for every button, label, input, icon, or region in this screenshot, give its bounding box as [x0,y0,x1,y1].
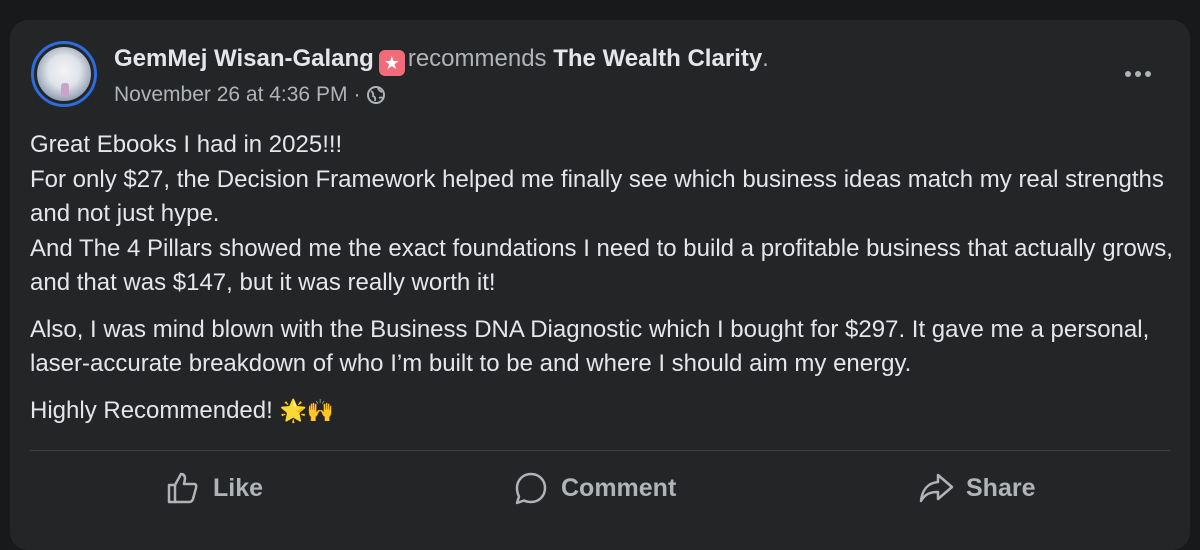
share-arrow-icon [919,473,954,503]
post-text-line: For only $27, the Decision Framework hel… [30,165,1164,228]
comment-bubble-icon [515,472,547,505]
share-button[interactable]: Share [918,468,1035,508]
thumbs-up-icon [167,472,198,504]
post-text-line: And The 4 Pillars showed me the exact fo… [30,234,1173,297]
comment-button[interactable]: Comment [513,468,676,508]
post-paragraph: Great Ebooks I had in 2025!!! For only $… [30,128,1180,301]
page-name-link[interactable]: The Wealth Clarity [553,45,762,72]
actions-divider [30,450,1170,451]
like-label: Like [213,473,264,502]
post-meta: November 26 at 4:36 PM · [114,81,386,109]
more-options-button[interactable] [1110,54,1166,94]
more-dot-icon [1145,71,1151,77]
star-badge-icon: ★ [378,50,405,76]
more-dot-icon [1125,71,1131,77]
post-text-line: Highly Recommended! [30,396,273,424]
post-body: Great Ebooks I had in 2025!!! For only $… [30,128,1180,440]
avatar-image [34,44,94,104]
post-header: GemMej Wisan-Galang ★ recommends The Wealt… [114,44,769,76]
recommends-label: recommends [407,45,547,72]
star-hands-emoji-icon: 🌟🙌 [279,397,335,423]
like-button[interactable]: Like [165,468,263,508]
author-name[interactable]: GemMej Wisan-Galang [114,45,374,72]
post-text-line: Great Ebooks I had in 2025!!! [30,131,343,158]
header-period: . [762,45,769,72]
post-card: GemMej Wisan-Galang ★ recommends The Wealt… [10,20,1190,550]
globe-icon[interactable] [366,85,386,105]
post-paragraph: Also, I was mind blown with the Business… [30,315,1150,378]
meta-separator: · [353,83,361,106]
post-paragraph: Highly Recommended! 🌟🙌 [30,394,1180,429]
avatar[interactable] [31,41,97,107]
comment-label: Comment [561,473,677,502]
share-label: Share [966,473,1036,502]
post-timestamp[interactable]: November 26 at 4:36 PM [114,81,347,109]
avatar-figure [61,83,69,97]
more-dot-icon [1135,71,1141,77]
